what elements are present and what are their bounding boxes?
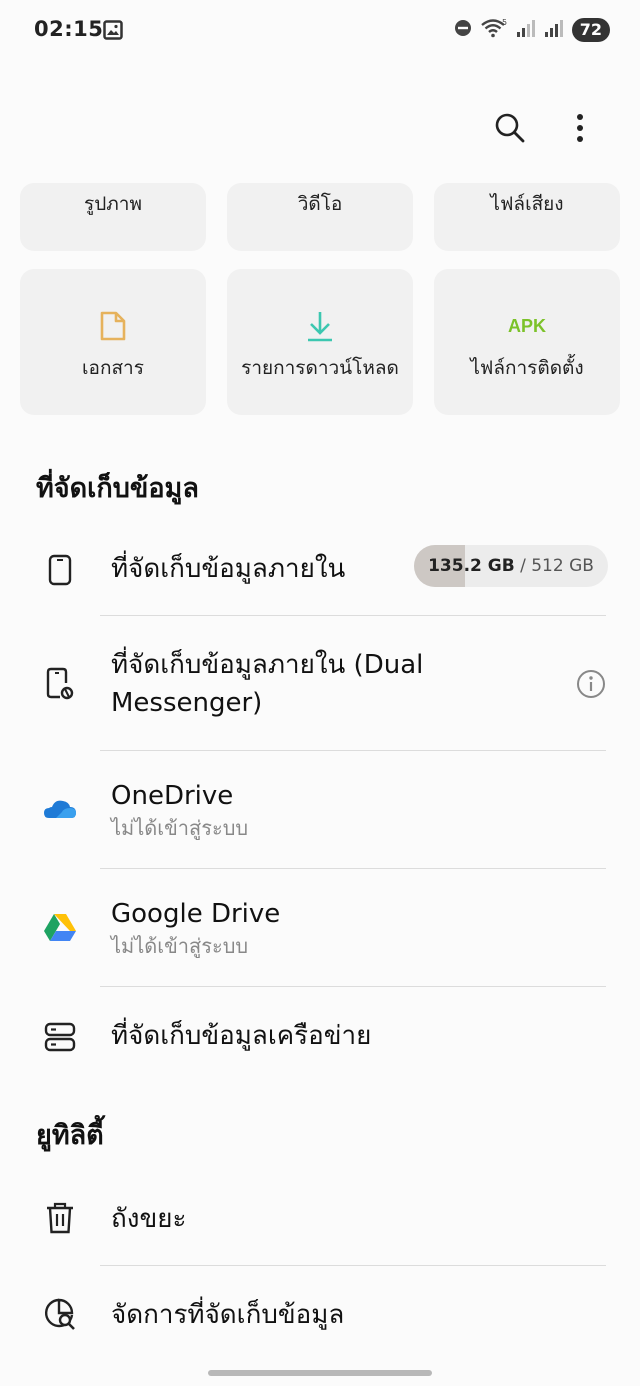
search-button[interactable] (490, 110, 530, 150)
category-label: ไฟล์การติดตั้ง (470, 357, 584, 379)
row-title: ที่จัดเก็บข้อมูลเครือข่าย (111, 1021, 372, 1051)
storage-used: 135.2 GB (428, 556, 515, 576)
network-storage-icon (40, 1017, 80, 1057)
google-drive-row[interactable]: Google Drive ไม่ได้เข้าสู่ระบบ (0, 869, 640, 986)
category-label: เอกสาร (82, 357, 144, 379)
gallery-notification-icon (103, 20, 123, 40)
wifi-icon: 5 (480, 17, 508, 43)
category-installation-files[interactable]: APK ไฟล์การติดตั้ง (434, 269, 620, 415)
row-title: ที่จัดเก็บข้อมูลภายใน (111, 554, 346, 584)
manage-storage-row[interactable]: จัดการที่จัดเก็บข้อมูล (0, 1266, 640, 1361)
storage-section-title: ที่จัดเก็บข้อมูล (36, 473, 199, 504)
dual-messenger-storage-row[interactable]: ที่จัดเก็บข้อมูลภายใน (Dual Messenger) (0, 616, 640, 750)
category-label: วิดีโอ (297, 193, 343, 215)
trash-row[interactable]: ถังขยะ (0, 1170, 640, 1265)
signal-sim1-icon (516, 18, 536, 42)
category-documents[interactable]: เอกสาร (20, 269, 206, 415)
row-title: Google Drive (111, 899, 281, 929)
category-downloads[interactable]: รายการดาวน์โหลด (227, 269, 413, 415)
download-icon (303, 309, 337, 343)
do-not-disturb-icon (454, 19, 472, 41)
trash-icon (40, 1198, 80, 1238)
internal-storage-row[interactable]: ที่จัดเก็บข้อมูลภายใน 135.2 GB / 512 GB (0, 530, 640, 614)
onedrive-row[interactable]: OneDrive ไม่ได้เข้าสู่ระบบ (0, 751, 640, 868)
status-bar: 02:15 5 72 (0, 0, 640, 60)
signal-sim2-icon (544, 18, 564, 42)
dual-messenger-phone-icon (40, 664, 80, 704)
storage-total: / 512 GB (520, 556, 594, 576)
category-label: รายการดาวน์โหลด (241, 357, 399, 379)
category-images[interactable]: รูปภาพ (20, 183, 206, 251)
more-options-button[interactable] (560, 110, 600, 150)
row-title: จัดการที่จัดเก็บข้อมูล (111, 1300, 345, 1330)
google-drive-icon (40, 907, 80, 947)
category-label: รูปภาพ (84, 193, 142, 215)
status-time: 02:15 (34, 17, 104, 41)
info-icon (577, 670, 605, 698)
top-actions (490, 110, 600, 150)
more-vertical-icon (576, 113, 584, 147)
utilities-section-title: ยูทิลิตี้ (36, 1120, 104, 1151)
info-button[interactable] (576, 669, 606, 699)
onedrive-icon (40, 789, 80, 829)
manage-storage-icon (40, 1294, 80, 1334)
category-videos[interactable]: วิดีโอ (227, 183, 413, 251)
search-icon (494, 112, 526, 148)
home-indicator[interactable] (208, 1370, 432, 1376)
storage-usage-pill: 135.2 GB / 512 GB (414, 545, 608, 587)
row-subtitle: ไม่ได้เข้าสู่ระบบ (111, 934, 249, 958)
category-audio[interactable]: ไฟล์เสียง (434, 183, 620, 251)
row-title: OneDrive (111, 781, 234, 811)
svg-text:5: 5 (502, 18, 507, 27)
phone-icon (40, 550, 80, 590)
row-title: ที่จัดเก็บข้อมูลภายใน (Dual Messenger) (111, 650, 424, 718)
battery-indicator: 72 (571, 18, 610, 42)
category-label: ไฟล์เสียง (490, 193, 564, 215)
document-icon (96, 309, 130, 343)
network-storage-row[interactable]: ที่จัดเก็บข้อมูลเครือข่าย (0, 987, 640, 1083)
row-subtitle: ไม่ได้เข้าสู่ระบบ (111, 816, 249, 840)
row-title: ถังขยะ (111, 1204, 187, 1234)
apk-icon: APK (508, 315, 547, 336)
